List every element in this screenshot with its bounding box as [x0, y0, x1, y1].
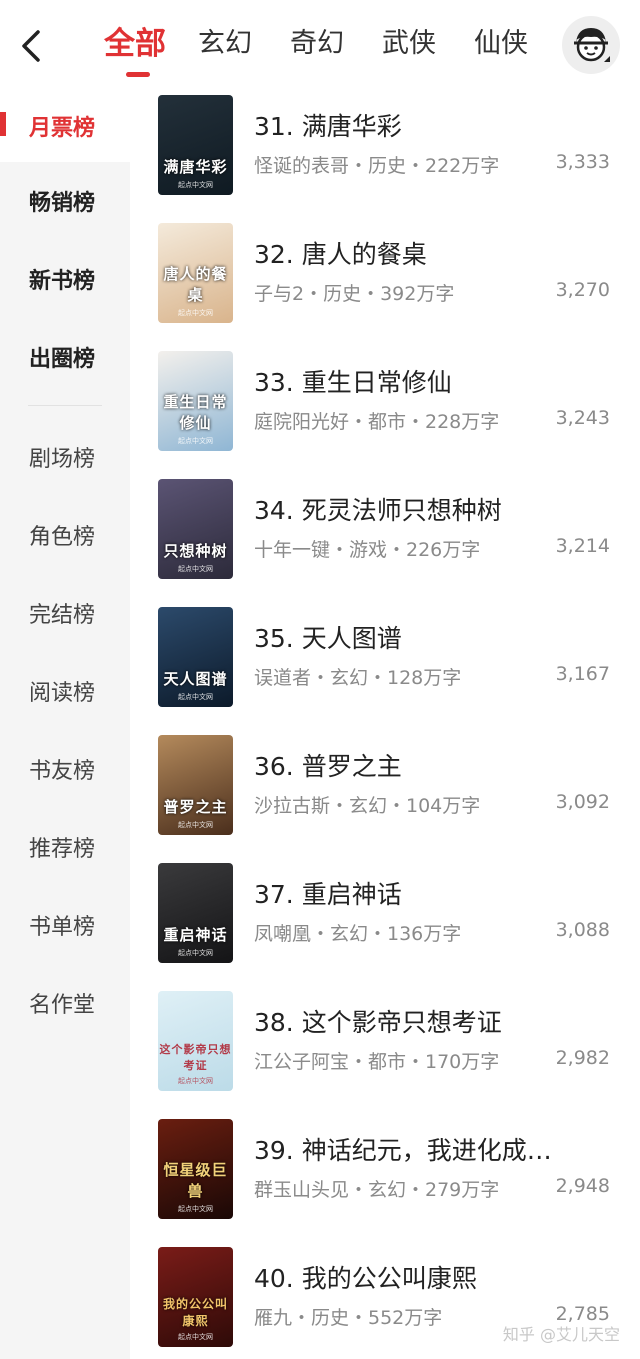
list-item[interactable]: 只想种树 起点中文网 34. 死灵法师只想种树 十年一键・游戏・226万字 3,… — [130, 479, 640, 607]
reader-avatar-icon — [574, 28, 610, 62]
book-meta: 沙拉古斯・玄幻・104万字 — [254, 795, 481, 817]
tab-all[interactable]: 全部 — [104, 22, 166, 77]
sidebar-item-completed[interactable]: 完结榜 — [0, 577, 130, 649]
book-title: 36. 普罗之主 — [254, 752, 402, 781]
book-cover: 我的公公叫康熙 起点中文网 — [158, 1247, 233, 1347]
book-meta: 子与2・历史・392万字 — [254, 283, 455, 305]
list-item[interactable]: 恒星级巨兽 起点中文网 39. 神话纪元，我进化成… 群玉山头见・玄幻・279万… — [130, 1119, 640, 1247]
sidebar-item-characters[interactable]: 角色榜 — [0, 499, 130, 571]
book-cover: 重生日常修仙 起点中文网 — [158, 351, 233, 451]
book-meta: 误道者・玄幻・128万字 — [254, 667, 462, 689]
tab-wuxia[interactable]: 武侠 — [382, 22, 436, 66]
top-bar: 全部 玄幻 奇幻 武侠 仙侠 — [0, 0, 640, 90]
book-title: 34. 死灵法师只想种树 — [254, 496, 502, 525]
sidebar-item-monthly-ticket[interactable]: 月票榜 — [0, 90, 130, 162]
list-item[interactable]: 重启神话 起点中文网 37. 重启神话 凤嘲凰・玄幻・136万字 3,088 — [130, 863, 640, 991]
book-title: 39. 神话纪元，我进化成… — [254, 1136, 552, 1165]
book-cover: 唐人的餐桌 起点中文网 — [158, 223, 233, 323]
book-title: 31. 满唐华彩 — [254, 112, 402, 141]
book-title: 40. 我的公公叫康熙 — [254, 1264, 477, 1293]
list-item[interactable]: 这个影帝只想考证 起点中文网 38. 这个影帝只想考证 江公子阿宝・都市・170… — [130, 991, 640, 1119]
sidebar-divider — [28, 405, 102, 406]
book-title: 38. 这个影帝只想考证 — [254, 1008, 502, 1037]
list-item[interactable]: 唐人的餐桌 起点中文网 32. 唐人的餐桌 子与2・历史・392万字 3,270 — [130, 223, 640, 351]
book-title: 35. 天人图谱 — [254, 624, 402, 653]
book-cover: 满唐华彩 起点中文网 — [158, 95, 233, 195]
book-cover: 天人图谱 起点中文网 — [158, 607, 233, 707]
sidebar-item-breakout[interactable]: 出圈榜 — [0, 321, 130, 393]
ticket-count: 3,270 — [555, 279, 610, 301]
back-arrow-icon[interactable] — [14, 26, 50, 66]
book-title: 33. 重生日常修仙 — [254, 368, 452, 397]
ticket-count: 3,088 — [555, 919, 610, 941]
list-item[interactable]: 满唐华彩 起点中文网 31. 满唐华彩 怪诞的表哥・历史・222万字 3,333 — [130, 95, 640, 223]
sidebar-item-booklist[interactable]: 书单榜 — [0, 889, 130, 961]
tab-qihuan[interactable]: 奇幻 — [290, 22, 344, 66]
book-meta: 雁九・历史・552万字 — [254, 1307, 443, 1329]
ticket-count: 3,167 — [555, 663, 610, 685]
list-item[interactable]: 天人图谱 起点中文网 35. 天人图谱 误道者・玄幻・128万字 3,167 — [130, 607, 640, 735]
sidebar-item-bestseller[interactable]: 畅销榜 — [0, 165, 130, 237]
sidebar-item-new-books[interactable]: 新书榜 — [0, 243, 130, 315]
sidebar-item-masterpieces[interactable]: 名作堂 — [0, 967, 130, 1039]
tab-xianxia[interactable]: 仙侠 — [474, 22, 528, 66]
book-meta: 群玉山头见・玄幻・279万字 — [254, 1179, 500, 1201]
sidebar-item-reading[interactable]: 阅读榜 — [0, 655, 130, 727]
ticket-count: 3,333 — [555, 151, 610, 173]
tab-xuanhuan[interactable]: 玄幻 — [198, 22, 252, 66]
ticket-count: 2,982 — [555, 1047, 610, 1069]
ticket-count: 3,092 — [555, 791, 610, 813]
book-cover: 普罗之主 起点中文网 — [158, 735, 233, 835]
book-meta: 凤嘲凰・玄幻・136万字 — [254, 923, 462, 945]
book-meta: 江公子阿宝・都市・170万字 — [254, 1051, 500, 1073]
ranking-sidebar: 月票榜 畅销榜 新书榜 出圈榜 剧场榜 角色榜 完结榜 阅读榜 书友榜 推荐榜 … — [0, 90, 130, 1359]
ticket-count: 3,214 — [555, 535, 610, 557]
ticket-count: 2,948 — [555, 1175, 610, 1197]
book-cover: 恒星级巨兽 起点中文网 — [158, 1119, 233, 1219]
book-title: 37. 重启神话 — [254, 880, 402, 909]
list-item[interactable]: 普罗之主 起点中文网 36. 普罗之主 沙拉古斯・玄幻・104万字 3,092 — [130, 735, 640, 863]
avatar[interactable] — [562, 16, 620, 74]
list-item[interactable]: 重生日常修仙 起点中文网 33. 重生日常修仙 庭院阳光好・都市・228万字 3… — [130, 351, 640, 479]
watermark: 知乎 @艾儿天空 — [502, 1325, 620, 1344]
book-title: 32. 唐人的餐桌 — [254, 240, 427, 269]
book-meta: 庭院阳光好・都市・228万字 — [254, 411, 500, 433]
book-cover: 重启神话 起点中文网 — [158, 863, 233, 963]
sidebar-item-theater[interactable]: 剧场榜 — [0, 421, 130, 493]
category-tabs: 全部 玄幻 奇幻 武侠 仙侠 — [104, 22, 566, 77]
book-cover: 这个影帝只想考证 起点中文网 — [158, 991, 233, 1091]
ticket-count: 3,243 — [555, 407, 610, 429]
book-meta: 怪诞的表哥・历史・222万字 — [254, 155, 500, 177]
book-cover: 只想种树 起点中文网 — [158, 479, 233, 579]
sidebar-item-recommend[interactable]: 推荐榜 — [0, 811, 130, 883]
book-meta: 十年一键・游戏・226万字 — [254, 539, 481, 561]
sidebar-item-book-friends[interactable]: 书友榜 — [0, 733, 130, 805]
